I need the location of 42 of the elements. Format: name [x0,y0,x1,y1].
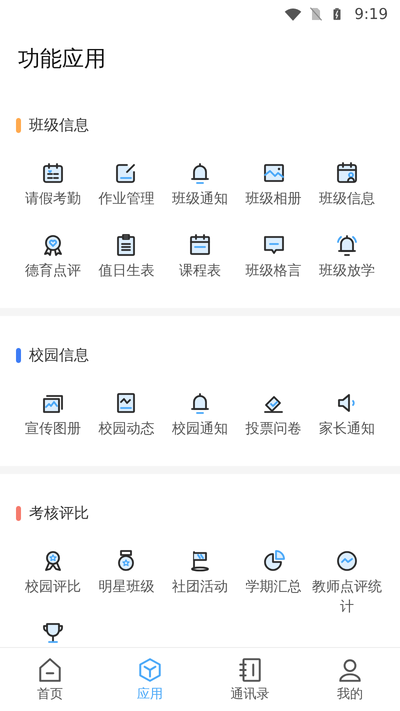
app-label[interactable]: 班级通知 [172,189,228,209]
app-label[interactable]: 德育点评 [24,261,81,281]
app-label[interactable]: 校园通知 [172,419,228,439]
message-icon [262,233,286,257]
app-label[interactable]: 课程表 [178,261,221,281]
app-label[interactable]: 请假考勤 [24,189,81,209]
calendar-icon [40,161,65,185]
section-title: 校园信息 [29,346,89,365]
bell-ringing-icon [335,233,360,257]
section-title: 考核评比 [29,504,89,523]
app-label[interactable]: 班级放学 [319,261,376,281]
line-chart-icon [335,549,360,573]
app-label[interactable]: 班级相册 [246,189,302,209]
app-label[interactable]: 作业管理 [98,189,154,209]
app-label[interactable]: 班级格言 [246,261,302,281]
person-icon [337,656,363,682]
app-label[interactable]: 校园评比 [24,577,81,597]
trophy-icon [40,621,65,645]
page-title: 功能应用 [17,46,107,74]
app-label[interactable]: 班级信息 [319,189,376,209]
app-label[interactable]: 宣传图册 [24,419,81,439]
home-icon [37,656,63,682]
calendar-icon [188,233,212,257]
calendar-person-icon [335,161,360,185]
tab[interactable]: 我的 [300,648,400,711]
contacts-icon [237,656,263,682]
pie-chart-icon [262,549,286,573]
app-label[interactable]: 教师点评统计 [310,577,384,617]
app-label[interactable]: 社团活动 [172,577,228,597]
image-icon [262,161,286,185]
app-label[interactable]: 明星班级 [98,577,154,597]
cube-icon [137,656,163,682]
app-label[interactable]: 值日生表 [98,261,154,281]
app-label[interactable]: 学期汇总 [246,577,302,597]
no-sim-icon [308,5,324,23]
app-label[interactable]: 家长通知 [319,419,376,439]
tab[interactable]: 通讯录 [200,648,300,711]
section-title: 班级信息 [29,116,89,135]
tab[interactable]: 首页 [0,648,100,711]
app-label[interactable]: 投票问卷 [246,419,302,439]
app-label[interactable]: 校园动态 [98,419,154,439]
clock-time: 9:19 [354,5,388,23]
